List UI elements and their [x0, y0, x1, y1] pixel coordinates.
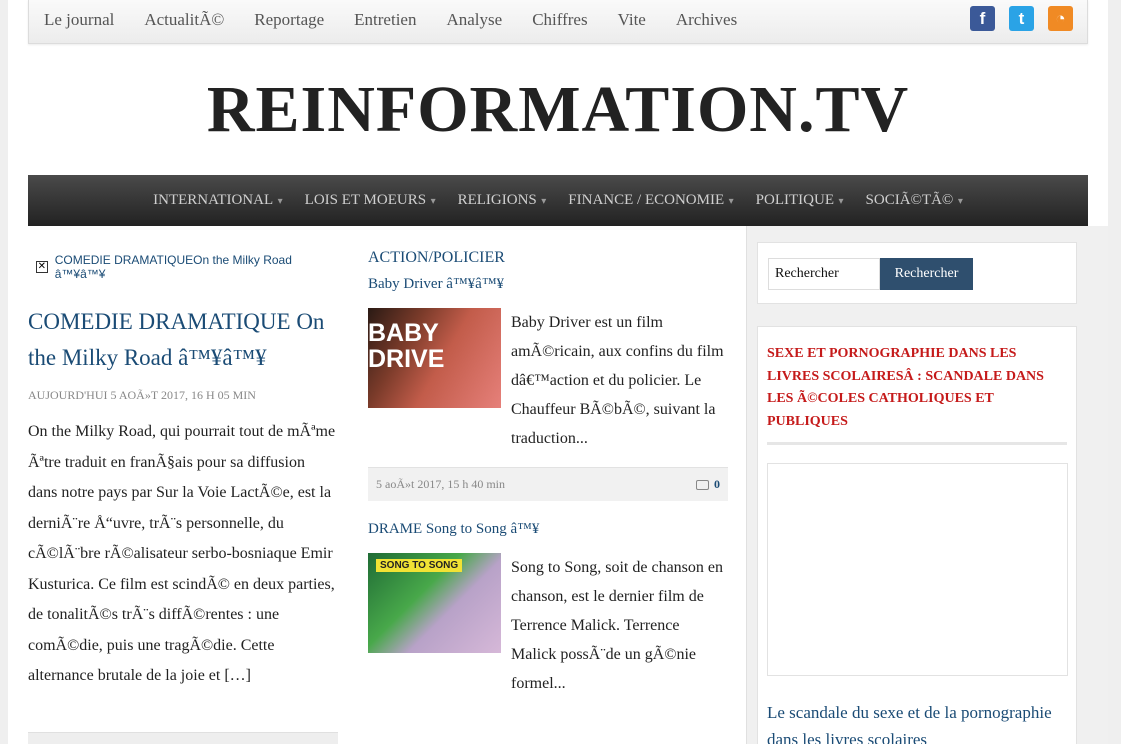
broken-image-icon: ✕ — [36, 261, 48, 273]
featured-widget-headline[interactable]: SEXE ET PORNOGRAPHIE DANS LES LIVRES SCO… — [767, 343, 1069, 433]
breadcrumb-link[interactable]: COMEDIE DRAMATIQUEOn the Milky Road â™¥â… — [55, 253, 338, 281]
article-thumbnail[interactable]: BABY DRIVE — [368, 308, 501, 408]
featured-article-title[interactable]: COMEDIE DRAMATIQUE On the Milky Road â™¥… — [28, 304, 338, 376]
rss-icon[interactable]: ◔ — [1048, 6, 1073, 31]
page: Le journal ActualitÃ© Reportage Entretie… — [8, 0, 1108, 744]
article-meta: 5 aoÃ»t 2017, 15 h 40 min 0 — [368, 467, 728, 501]
main-nav-item-politique[interactable]: POLITIQUE — [745, 192, 855, 209]
thumbnail-poster-text: BABY DRIVE — [368, 319, 445, 373]
top-nav-item-analyse[interactable]: Analyse — [431, 0, 517, 42]
main-nav-item-lois-et-moeurs[interactable]: LOIS ET MOEURS — [294, 192, 447, 209]
social-links: f t ◔ — [970, 6, 1073, 31]
article-excerpt: Song to Song, soit de chanson en chanson… — [511, 559, 723, 692]
top-nav-list: Le journal ActualitÃ© Reportage Entretie… — [29, 0, 752, 42]
article-excerpt: Baby Driver est un film amÃ©ricain, aux … — [511, 314, 724, 447]
article-body: SONG TO SONG Song to Song, soit de chans… — [368, 553, 728, 698]
top-navigation: Le journal ActualitÃ© Reportage Entretie… — [28, 0, 1088, 44]
search-input[interactable] — [768, 258, 880, 290]
main-nav-item-finance-economie[interactable]: FINANCE / ECONOMIE — [557, 192, 744, 209]
featured-widget: SEXE ET PORNOGRAPHIE DANS LES LIVRES SCO… — [757, 326, 1077, 744]
search-widget: Rechercher — [757, 242, 1077, 304]
sidebar: Rechercher SEXE ET PORNOGRAPHIE DANS LES… — [746, 226, 1108, 744]
top-nav-item-actualite[interactable]: ActualitÃ© — [129, 0, 239, 42]
top-nav-item-entretien[interactable]: Entretien — [339, 0, 431, 42]
top-nav-item-vite[interactable]: Vite — [603, 0, 661, 42]
facebook-icon[interactable]: f — [970, 6, 995, 31]
article-title[interactable]: DRAME Song to Song â™¥ — [368, 519, 728, 539]
featured-article: ✕ COMEDIE DRAMATIQUEOn the Milky Road â™… — [28, 250, 338, 744]
article-thumbnail[interactable]: SONG TO SONG — [368, 553, 501, 653]
divider — [767, 442, 1067, 445]
thumbnail-poster-text: SONG TO SONG — [376, 559, 463, 572]
article-title[interactable]: Baby Driver â™¥â™¥ — [368, 274, 728, 294]
breadcrumb: ✕ COMEDIE DRAMATIQUEOn the Milky Road â™… — [28, 250, 338, 284]
featured-widget-image[interactable] — [767, 463, 1068, 676]
top-nav-item-chiffres[interactable]: Chiffres — [517, 0, 602, 42]
twitter-icon[interactable]: t — [1009, 6, 1034, 31]
main-nav-item-international[interactable]: INTERNATIONAL — [142, 192, 294, 209]
top-nav-item-reportage[interactable]: Reportage — [239, 0, 339, 42]
main-nav-item-societe[interactable]: SOCIÃ©TÃ© — [855, 192, 974, 209]
article-category[interactable]: ACTION/POLICIER — [368, 248, 728, 268]
search-button[interactable]: Rechercher — [880, 258, 973, 290]
featured-article-footer-bar — [28, 732, 338, 744]
site-logo[interactable]: REINFORMATION.TV — [8, 72, 1108, 148]
article-body: BABY DRIVE Baby Driver est un film amÃ©r… — [368, 308, 728, 453]
featured-article-excerpt: On the Milky Road, qui pourrait tout de … — [28, 423, 336, 684]
featured-article-date: AUJOURD'HUI 5 AOÃ»T 2017, 16 H 05 MIN — [28, 388, 256, 402]
top-nav-item-le-journal[interactable]: Le journal — [29, 0, 129, 42]
comment-count[interactable]: 0 — [696, 477, 720, 492]
main-navigation: INTERNATIONAL LOIS ET MOEURS RELIGIONS F… — [28, 175, 1088, 226]
featured-widget-link[interactable]: Le scandale du sexe et de la pornographi… — [767, 699, 1067, 744]
main-nav-item-religions[interactable]: RELIGIONS — [447, 192, 558, 209]
article-date: 5 aoÃ»t 2017, 15 h 40 min — [376, 477, 505, 491]
article-list: ACTION/POLICIER Baby Driver â™¥â™¥ BABY … — [368, 248, 728, 698]
top-nav-item-archives[interactable]: Archives — [661, 0, 752, 42]
